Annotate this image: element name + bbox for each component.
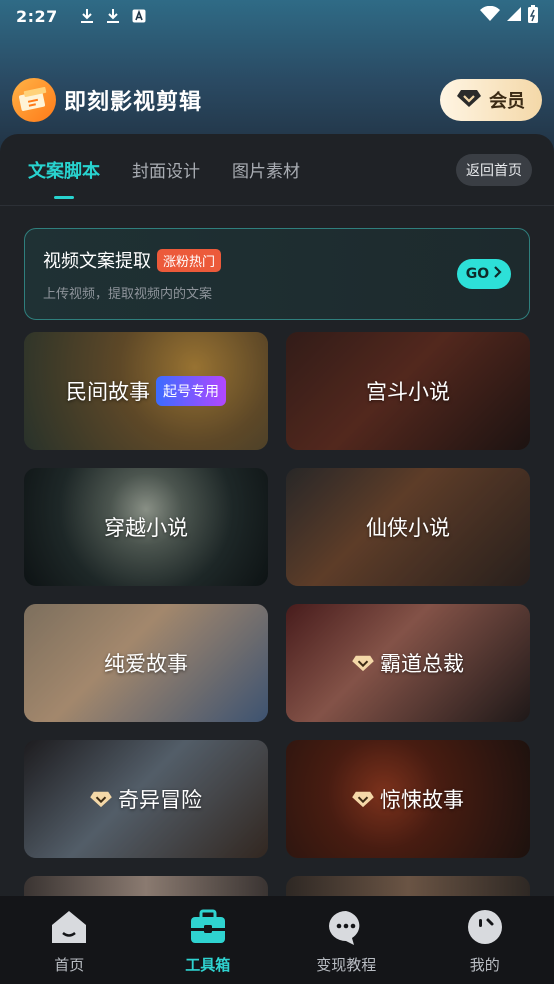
signal-icon [506,6,522,26]
nav-label: 变现教程 [316,956,377,974]
nav-label: 首页 [54,956,85,974]
status-bar: 2:27 [0,0,554,32]
video-copy-extract-card[interactable]: 视频文案提取 涨粉热门 上传视频，提取视频内的文案 GO [24,228,530,320]
category-card-folk-tale[interactable]: 民间故事 起号专用 [24,332,268,450]
category-card-partial[interactable] [286,876,530,896]
category-card-pure-love[interactable]: 纯爱故事 [24,604,268,722]
status-time: 2:27 [16,6,58,26]
chevron-right-icon [492,266,502,282]
category-card-adventure[interactable]: 奇异冒险 [24,740,268,858]
extract-subtitle: 上传视频，提取视频内的文案 [43,287,213,302]
category-label: 民间故事 [66,380,150,404]
home-icon [50,908,88,946]
chat-icon [327,908,365,946]
category-label: 霸道总裁 [380,652,464,676]
extract-title: 视频文案提取 [43,251,151,272]
battery-icon [528,5,538,27]
category-card-xianxia[interactable]: 仙侠小说 [286,468,530,586]
back-home-button[interactable]: 返回首页 [456,154,532,186]
nav-label: 我的 [469,956,500,974]
app-title: 即刻影视剪辑 [64,90,203,115]
category-label: 奇异冒险 [118,788,202,812]
nav-toolbox[interactable]: 工具箱 [153,908,263,975]
nav-tutorials[interactable]: 变现教程 [291,908,401,975]
category-card-partial[interactable] [24,876,268,896]
profile-icon [466,908,504,946]
app-header: 即刻影视剪辑 会员 [12,76,542,124]
hot-badge: 涨粉热门 [157,248,222,272]
nav-profile[interactable]: 我的 [430,908,540,975]
premium-diamond-icon [90,790,112,808]
tab-image-assets[interactable]: 图片素材 [232,157,300,182]
wifi-icon [480,5,500,26]
category-label: 宫斗小说 [366,380,450,404]
vip-button[interactable]: 会员 [440,79,542,121]
category-card-ceo-romance[interactable]: 霸道总裁 [286,604,530,722]
category-card-palace-drama[interactable]: 宫斗小说 [286,332,530,450]
diamond-icon [457,88,481,113]
premium-diamond-icon [352,654,374,672]
download-icon [106,8,120,24]
tab-bar: 文案脚本 封面设计 图片素材 返回首页 [0,134,554,206]
starter-tag: 起号专用 [156,376,226,406]
category-label: 惊悚故事 [380,788,464,812]
tab-cover-design[interactable]: 封面设计 [132,157,200,182]
notification-a-icon [132,9,146,23]
vip-label: 会员 [489,91,525,112]
premium-diamond-icon [352,790,374,808]
nav-home[interactable]: 首页 [14,908,124,975]
go-button[interactable]: GO [457,259,511,289]
category-card-time-travel[interactable]: 穿越小说 [24,468,268,586]
category-card-thriller[interactable]: 惊悚故事 [286,740,530,858]
go-label: GO [465,266,490,282]
tools-panel: 文案脚本 封面设计 图片素材 返回首页 视频文案提取 涨粉热门 上传视频，提取视… [0,134,554,896]
bottom-nav: 首页 工具箱 变现教程 我的 [0,896,554,984]
tab-copywriting[interactable]: 文案脚本 [28,157,100,183]
download-icon [80,8,94,24]
category-label: 仙侠小说 [366,516,450,540]
toolbox-icon [189,908,227,946]
category-label: 纯爱故事 [104,652,188,676]
nav-label: 工具箱 [185,956,231,974]
category-label: 穿越小说 [104,516,188,540]
app-logo [12,78,56,122]
